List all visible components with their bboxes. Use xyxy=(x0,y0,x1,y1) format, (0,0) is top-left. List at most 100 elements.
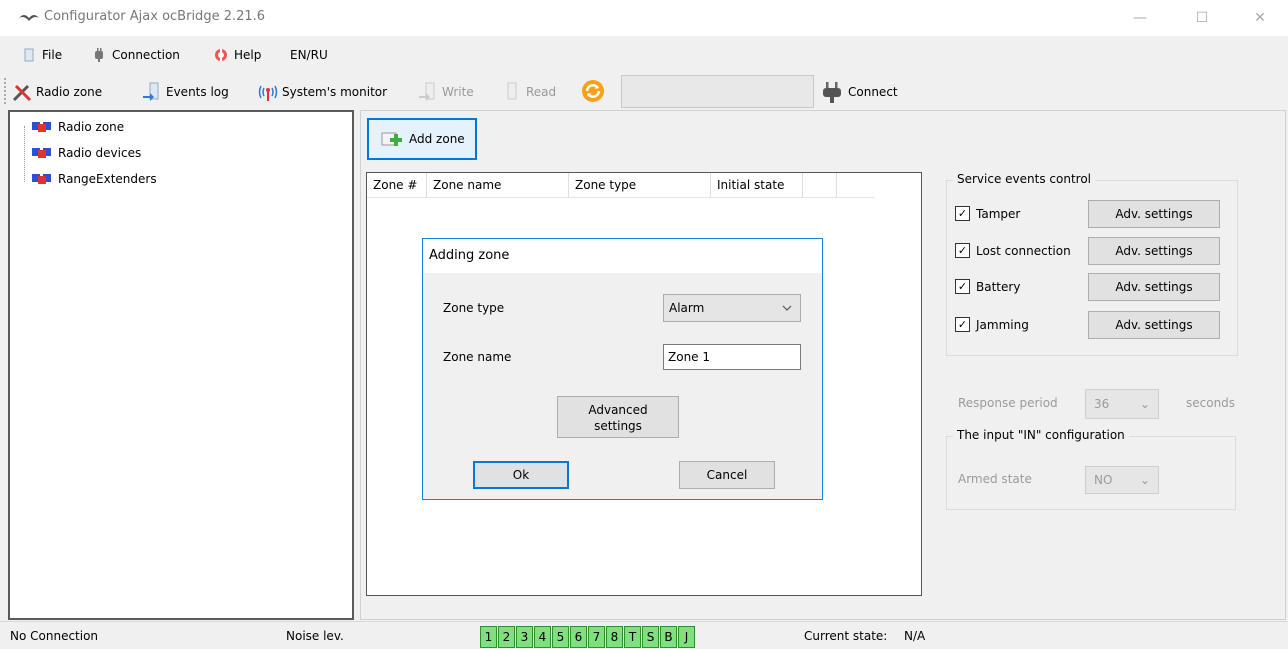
chevron-down-icon: ⌄ xyxy=(1139,473,1150,487)
advanced-settings-button[interactable]: Advanced settings xyxy=(557,396,679,438)
armed-state-value: NO xyxy=(1094,473,1113,487)
log-arrow-icon xyxy=(143,82,159,101)
toolbar: Radio zone Events log System's monitor W… xyxy=(0,72,1288,110)
toolbar-read-label: Read xyxy=(526,85,557,99)
tamper-adv-settings-button[interactable]: Adv. settings xyxy=(1088,200,1220,228)
menu-language[interactable]: EN/RU xyxy=(290,46,328,64)
toolbar-events-log-label: Events log xyxy=(166,85,229,99)
jamming-checkbox[interactable]: ✓ xyxy=(955,317,970,332)
response-period-select[interactable]: 36 ⌄ xyxy=(1085,389,1159,419)
current-state-value: N/A xyxy=(904,629,926,643)
indicator-cell: 4 xyxy=(534,626,551,648)
toolbar-read-button[interactable]: Read xyxy=(502,81,556,103)
indicator-cell: J xyxy=(678,626,695,648)
column-header-extra[interactable] xyxy=(803,173,837,197)
zone-name-input[interactable] xyxy=(663,344,801,370)
menu-help-label: Help xyxy=(234,48,262,62)
advanced-settings-line2: settings xyxy=(594,419,642,433)
jamming-adv-settings-button[interactable]: Adv. settings xyxy=(1088,311,1220,339)
toolbar-systems-monitor-button[interactable]: System's monitor xyxy=(258,81,387,103)
lost-connection-checkbox-row[interactable]: ✓ Lost connection xyxy=(955,243,1071,258)
add-zone-label: Add zone xyxy=(409,132,465,146)
indicator-cell: 3 xyxy=(516,626,533,648)
chevron-down-icon xyxy=(782,305,792,311)
jamming-checkbox-row[interactable]: ✓ Jamming xyxy=(955,317,1029,332)
tree-item-label: Radio zone xyxy=(58,120,125,134)
toolbar-write-label: Write xyxy=(442,85,474,99)
column-header-zone-name[interactable]: Zone name xyxy=(427,173,569,197)
window-title: Configurator Ajax ocBridge 2.21.6 xyxy=(44,9,266,24)
minimize-button[interactable]: — xyxy=(1128,6,1152,30)
toolbar-write-button[interactable]: Write xyxy=(418,81,474,103)
network-icon xyxy=(32,122,51,132)
lost-connection-adv-settings-button[interactable]: Adv. settings xyxy=(1088,237,1220,265)
network-icon xyxy=(32,148,51,158)
adding-zone-dialog: Adding zone Zone type Alarm Zone name Ad… xyxy=(422,238,823,500)
tamper-checkbox-row[interactable]: ✓ Tamper xyxy=(955,206,1020,221)
read-icon xyxy=(507,82,517,100)
file-icon xyxy=(24,48,34,62)
indicator-cell: T xyxy=(624,626,641,648)
close-button[interactable]: ✕ xyxy=(1248,6,1272,30)
battery-label: Battery xyxy=(976,279,1021,294)
lost-connection-checkbox[interactable]: ✓ xyxy=(955,243,970,258)
menu-file[interactable]: File xyxy=(22,46,62,64)
noise-level-label: Noise lev. xyxy=(286,629,344,643)
toolbar-connect-button[interactable]: Connect xyxy=(820,81,898,103)
toolbar-radio-zone-label: Radio zone xyxy=(36,85,103,99)
tree-item-label: RangeExtenders xyxy=(58,172,157,186)
column-header-zone-number[interactable]: Zone # xyxy=(367,173,427,197)
indicator-cell: 7 xyxy=(588,626,605,648)
add-zone-button[interactable]: Add zone xyxy=(367,118,477,160)
write-icon xyxy=(419,82,435,101)
tamper-checkbox[interactable]: ✓ xyxy=(955,206,970,221)
tree-connector xyxy=(24,126,25,182)
toolbar-grip[interactable] xyxy=(4,78,7,104)
tree-item-range-extenders[interactable]: RangeExtenders xyxy=(32,170,157,188)
battery-adv-settings-button[interactable]: Adv. settings xyxy=(1088,273,1220,301)
tree-panel: Radio zone Radio devices RangeExtenders xyxy=(8,110,354,620)
zone-type-select[interactable]: Alarm xyxy=(663,294,801,322)
seconds-label: seconds xyxy=(1186,396,1236,410)
zone-name-label: Zone name xyxy=(443,350,512,364)
title-bar: Configurator Ajax ocBridge 2.21.6 — ☐ ✕ xyxy=(0,0,1288,36)
status-bar: No Connection Noise lev. 1 2 3 4 5 6 7 8… xyxy=(0,621,1288,649)
zone-type-label: Zone type xyxy=(443,301,505,315)
indicator-cell: 2 xyxy=(498,626,515,648)
maximize-button[interactable]: ☐ xyxy=(1190,6,1214,30)
jamming-label: Jamming xyxy=(976,317,1029,332)
menu-bar: File Connection Help EN/RU xyxy=(0,36,1288,72)
refresh-icon[interactable] xyxy=(581,79,605,103)
group-title: Service events control xyxy=(953,172,1096,186)
column-header-extra[interactable] xyxy=(837,173,875,197)
advanced-settings-line1: Advanced xyxy=(588,403,648,417)
menu-connection[interactable]: Connection xyxy=(92,46,180,64)
connection-status: No Connection xyxy=(10,629,99,643)
plug-icon xyxy=(823,82,841,103)
armed-state-select[interactable]: NO ⌄ xyxy=(1085,466,1159,494)
indicator-cell: 1 xyxy=(480,626,497,648)
ok-button[interactable]: Ok xyxy=(473,461,569,489)
zone-indicators: 1 2 3 4 5 6 7 8 T S B J xyxy=(480,622,792,649)
tree-item-radio-zone[interactable]: Radio zone xyxy=(32,118,124,136)
cancel-button[interactable]: Cancel xyxy=(679,461,775,489)
indicator-cell: 5 xyxy=(552,626,569,648)
battery-checkbox[interactable]: ✓ xyxy=(955,279,970,294)
antenna-icon xyxy=(258,85,278,101)
menu-file-label: File xyxy=(42,48,63,62)
lost-connection-label: Lost connection xyxy=(976,243,1071,258)
toolbar-radio-zone-button[interactable]: Radio zone xyxy=(12,81,102,103)
tree-item-label: Radio devices xyxy=(58,146,142,160)
add-icon xyxy=(381,132,402,146)
column-header-initial-state[interactable]: Initial state xyxy=(711,173,803,197)
menu-help[interactable]: Help xyxy=(214,46,261,64)
indicator-cell: B xyxy=(660,626,677,648)
menu-connection-label: Connection xyxy=(112,48,180,62)
port-combo[interactable] xyxy=(621,75,814,108)
battery-checkbox-row[interactable]: ✓ Battery xyxy=(955,279,1020,294)
plug-icon xyxy=(95,48,103,62)
toolbar-events-log-button[interactable]: Events log xyxy=(142,81,229,103)
indicator-cell: 6 xyxy=(570,626,587,648)
column-header-zone-type[interactable]: Zone type xyxy=(569,173,711,197)
tree-item-radio-devices[interactable]: Radio devices xyxy=(32,144,141,162)
